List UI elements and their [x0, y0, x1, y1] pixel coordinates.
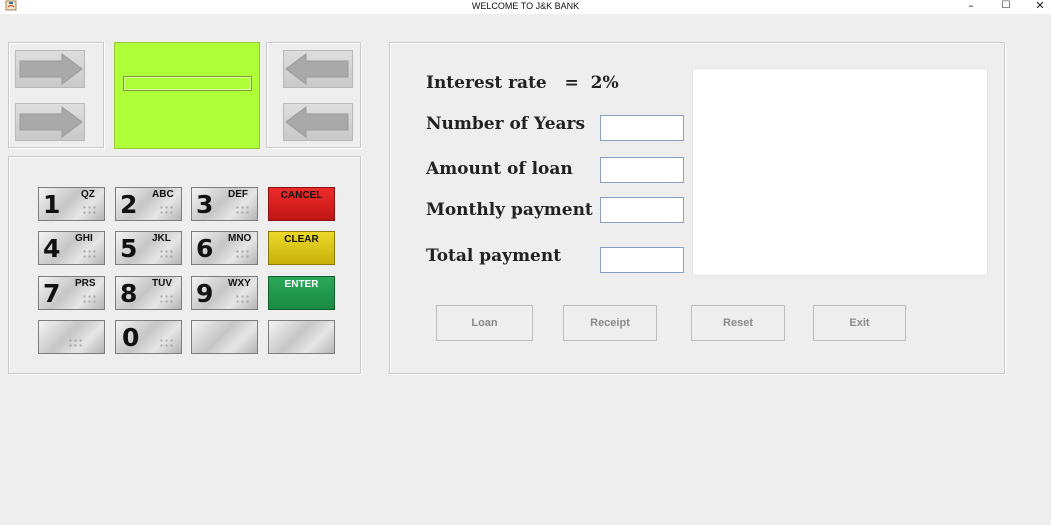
- title-bar: WELCOME TO J&K BANK – ☐ ✕: [0, 0, 1051, 14]
- keypad-key-2[interactable]: 2 ABC: [115, 187, 182, 221]
- right-top-arrow-button[interactable]: [283, 50, 353, 88]
- atm-screen: [114, 42, 260, 149]
- loan-amount-field[interactable]: [600, 157, 684, 183]
- minimize-button[interactable]: –: [955, 0, 987, 14]
- clear-button[interactable]: CLEAR: [268, 231, 335, 265]
- arrow-right-icon: [19, 53, 83, 85]
- window-title: WELCOME TO J&K BANK: [471, 1, 580, 11]
- keypad-blank-key-right[interactable]: [268, 320, 335, 354]
- arrow-right-icon: [19, 106, 83, 138]
- total-payment-label: Total payment: [426, 246, 562, 266]
- keypad-key-1[interactable]: 1 QZ: [38, 187, 105, 221]
- arrow-left-icon: [285, 53, 349, 85]
- years-label: Number of Years: [426, 114, 586, 134]
- maximize-button[interactable]: ☐: [990, 0, 1022, 14]
- braille-dots-icon: [159, 205, 175, 215]
- keypad-blank-key-middle[interactable]: [191, 320, 258, 354]
- enter-button[interactable]: ENTER: [268, 276, 335, 310]
- close-icon: ✕: [1035, 0, 1045, 12]
- left-bottom-arrow-button[interactable]: [15, 103, 85, 141]
- braille-dots-icon: [235, 294, 251, 304]
- keypad-key-5[interactable]: 5 JKL: [115, 231, 182, 265]
- keypad-key-6[interactable]: 6 MNO: [191, 231, 258, 265]
- maximize-icon: ☐: [1001, 0, 1011, 11]
- braille-dots-icon: [159, 294, 175, 304]
- left-top-arrow-button[interactable]: [15, 50, 85, 88]
- receipt-button[interactable]: Receipt: [563, 305, 657, 341]
- keypad-key-3[interactable]: 3 DEF: [191, 187, 258, 221]
- total-payment-field[interactable]: [600, 247, 684, 273]
- keypad-key-9[interactable]: 9 WXY: [191, 276, 258, 310]
- keypad-key-7[interactable]: 7 PRS: [38, 276, 105, 310]
- keypad-key-4[interactable]: 4 GHI: [38, 231, 105, 265]
- monthly-payment-label: Monthly payment: [426, 200, 593, 220]
- minimize-icon: –: [968, 0, 974, 12]
- interest-rate-value: 2%: [590, 73, 619, 93]
- exit-button[interactable]: Exit: [813, 305, 906, 341]
- arrow-left-icon: [285, 106, 349, 138]
- braille-dots-icon: [82, 205, 98, 215]
- braille-dots-icon: [235, 249, 251, 259]
- keypad-blank-key-left[interactable]: [38, 320, 105, 354]
- interest-rate-label: Interest rate = 2%: [426, 73, 619, 93]
- keypad-key-8[interactable]: 8 TUV: [115, 276, 182, 310]
- braille-dots-icon: [159, 338, 175, 348]
- interest-rate-equals: =: [564, 73, 579, 93]
- right-bottom-arrow-button[interactable]: [283, 103, 353, 141]
- cancel-button[interactable]: CANCEL: [268, 187, 335, 221]
- screen-input[interactable]: [123, 76, 252, 91]
- receipt-output-area[interactable]: [692, 68, 988, 276]
- braille-dots-icon: [68, 338, 84, 348]
- close-button[interactable]: ✕: [1024, 0, 1051, 14]
- loan-button[interactable]: Loan: [436, 305, 533, 341]
- loan-amount-label: Amount of loan: [426, 159, 573, 179]
- braille-dots-icon: [235, 205, 251, 215]
- braille-dots-icon: [82, 294, 98, 304]
- years-field[interactable]: [600, 115, 684, 141]
- braille-dots-icon: [159, 249, 175, 259]
- braille-dots-icon: [82, 249, 98, 259]
- monthly-payment-field[interactable]: [600, 197, 684, 223]
- reset-button[interactable]: Reset: [691, 305, 785, 341]
- keypad-key-0[interactable]: 0: [115, 320, 182, 354]
